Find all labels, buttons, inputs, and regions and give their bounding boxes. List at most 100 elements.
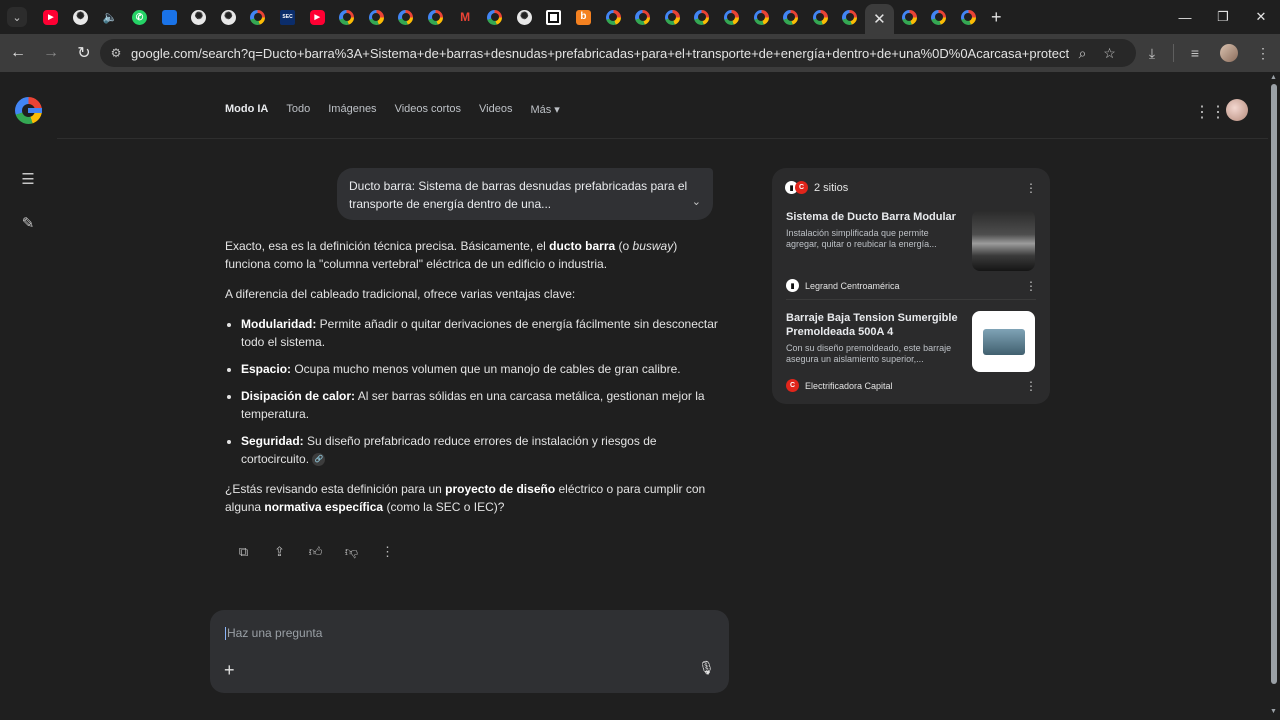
add-attachment-button[interactable]: + [224, 660, 235, 681]
source-thumbnail[interactable] [972, 210, 1035, 271]
tab[interactable] [924, 0, 954, 34]
scroll-thumb[interactable] [1271, 84, 1277, 684]
source-site[interactable]: C Electrificadora Capital [786, 379, 893, 392]
google-icon [960, 9, 976, 25]
gmail-icon [458, 10, 473, 25]
download-icon[interactable]: ⤓ [1135, 38, 1169, 68]
tab[interactable] [273, 0, 303, 34]
site-info-icon[interactable]: ⚙ [106, 46, 126, 60]
tab[interactable] [717, 0, 747, 34]
source-site-name: Electrificadora Capital [805, 380, 893, 391]
tab[interactable] [569, 0, 599, 34]
share-icon[interactable]: ⇪ [271, 544, 288, 560]
tab[interactable] [657, 0, 687, 34]
tab[interactable] [776, 0, 806, 34]
tab[interactable] [184, 0, 214, 34]
google-logo-icon[interactable] [15, 97, 42, 124]
scroll-up-icon[interactable]: ▲ [1270, 74, 1277, 81]
tab[interactable] [805, 0, 835, 34]
tab[interactable] [243, 0, 273, 34]
sources-more-icon[interactable]: ⋮ [1025, 181, 1037, 195]
tab[interactable] [746, 0, 776, 34]
minimize-button[interactable]: — [1166, 0, 1204, 34]
tab[interactable] [687, 0, 717, 34]
tab[interactable] [450, 0, 480, 34]
answer-paragraph: ¿Estás revisando esta definición para un… [225, 480, 720, 516]
tab[interactable] [391, 0, 421, 34]
electrificadora-icon: C [795, 181, 808, 194]
close-window-button[interactable]: ✕ [1242, 0, 1280, 34]
tab-videos[interactable]: Videos [479, 103, 512, 116]
address-bar[interactable]: ⚙ google.com/search?q=Ducto+barra%3A+Sis… [100, 39, 1136, 67]
tab[interactable] [36, 0, 66, 34]
toolbar-actions: ⤓ ≡ ⋮ [1135, 38, 1280, 68]
profile-button[interactable] [1212, 38, 1246, 68]
source-more-icon[interactable]: ⋮ [1025, 279, 1037, 293]
source-site[interactable]: ▮ Legrand Centroamérica [786, 279, 900, 292]
tab-search-button[interactable]: ⌄ [7, 7, 27, 27]
tab[interactable] [95, 0, 125, 34]
answer-bold: normativa específica [264, 500, 384, 514]
ask-input[interactable]: Haz una pregunta [225, 626, 322, 641]
reload-button[interactable]: ↻ [69, 38, 99, 68]
tab[interactable] [421, 0, 451, 34]
sources-header[interactable]: ▮ C 2 sitios [785, 181, 848, 194]
media-control-icon[interactable]: ≡ [1178, 38, 1212, 68]
page-scrollbar[interactable]: ▲ ▼ [1268, 72, 1280, 720]
link-icon[interactable]: 🔗 [312, 453, 326, 467]
copy-icon[interactable]: ⧉ [235, 544, 252, 560]
tab[interactable] [835, 0, 865, 34]
tab-todo[interactable]: Todo [286, 103, 310, 116]
back-button[interactable]: ← [3, 38, 33, 68]
history-list-icon[interactable]: ☰ [17, 168, 39, 190]
tab-active[interactable]: ✕ [864, 4, 895, 34]
tab[interactable] [125, 0, 155, 34]
tab-imagenes[interactable]: Imágenes [328, 103, 376, 116]
tab[interactable] [628, 0, 658, 34]
google-icon [694, 9, 710, 25]
thumbs-up-icon[interactable]: 👍︎ [307, 544, 324, 560]
tab-mas[interactable]: Más ▾ [530, 103, 559, 116]
thumbs-down-icon[interactable]: 👎︎ [343, 544, 360, 560]
source-title[interactable]: Sistema de Ducto Barra Modular [786, 210, 962, 224]
source-title[interactable]: Barraje Baja Tension Sumergible Premolde… [786, 311, 962, 339]
google-icon [368, 9, 384, 25]
source-thumbnail[interactable] [972, 311, 1035, 372]
source-snippet: Instalación simplificada que permite agr… [786, 228, 937, 249]
user-query-bubble[interactable]: Ducto barra: Sistema de barras desnudas … [337, 168, 713, 220]
bullet-term: Espacio: [241, 362, 292, 376]
tab-videos-cortos[interactable]: Videos cortos [395, 103, 461, 116]
menu-kebab-icon[interactable]: ⋮ [1246, 38, 1280, 68]
new-chat-edit-icon[interactable]: ✎ [17, 212, 39, 234]
tab[interactable] [332, 0, 362, 34]
url-text[interactable]: google.com/search?q=Ducto+barra%3A+Siste… [131, 46, 1069, 61]
bullet-term: Disipación de calor: [241, 389, 356, 403]
tab[interactable] [214, 0, 244, 34]
search-icon[interactable]: ⌕ [1069, 45, 1096, 62]
ask-composer[interactable]: Haz una pregunta + 🎙︎ [210, 610, 729, 693]
tab[interactable] [66, 0, 96, 34]
tab-modo-ia[interactable]: Modo IA [225, 103, 268, 116]
tab[interactable] [510, 0, 540, 34]
account-avatar[interactable] [1226, 99, 1248, 121]
tab[interactable] [154, 0, 184, 34]
tab[interactable] [362, 0, 392, 34]
close-icon[interactable]: ✕ [873, 10, 886, 28]
chevron-down-icon[interactable]: ⌄ [692, 193, 701, 211]
forward-button[interactable]: → [36, 38, 66, 68]
tab[interactable] [953, 0, 983, 34]
tab[interactable] [598, 0, 628, 34]
orange-b-icon [575, 9, 591, 25]
tab[interactable] [539, 0, 569, 34]
tab[interactable] [480, 0, 510, 34]
tab[interactable] [894, 0, 924, 34]
scroll-down-icon[interactable]: ▼ [1270, 708, 1277, 715]
microphone-icon[interactable]: 🎙︎ [698, 660, 715, 676]
source-more-icon[interactable]: ⋮ [1025, 379, 1037, 393]
more-options-icon[interactable]: ⋮ [379, 544, 396, 560]
tab[interactable] [302, 0, 332, 34]
bookmark-star-icon[interactable]: ☆ [1096, 45, 1123, 62]
new-tab-button[interactable]: + [991, 7, 1002, 28]
google-icon [842, 9, 858, 25]
restore-button[interactable]: ❐ [1204, 0, 1242, 34]
